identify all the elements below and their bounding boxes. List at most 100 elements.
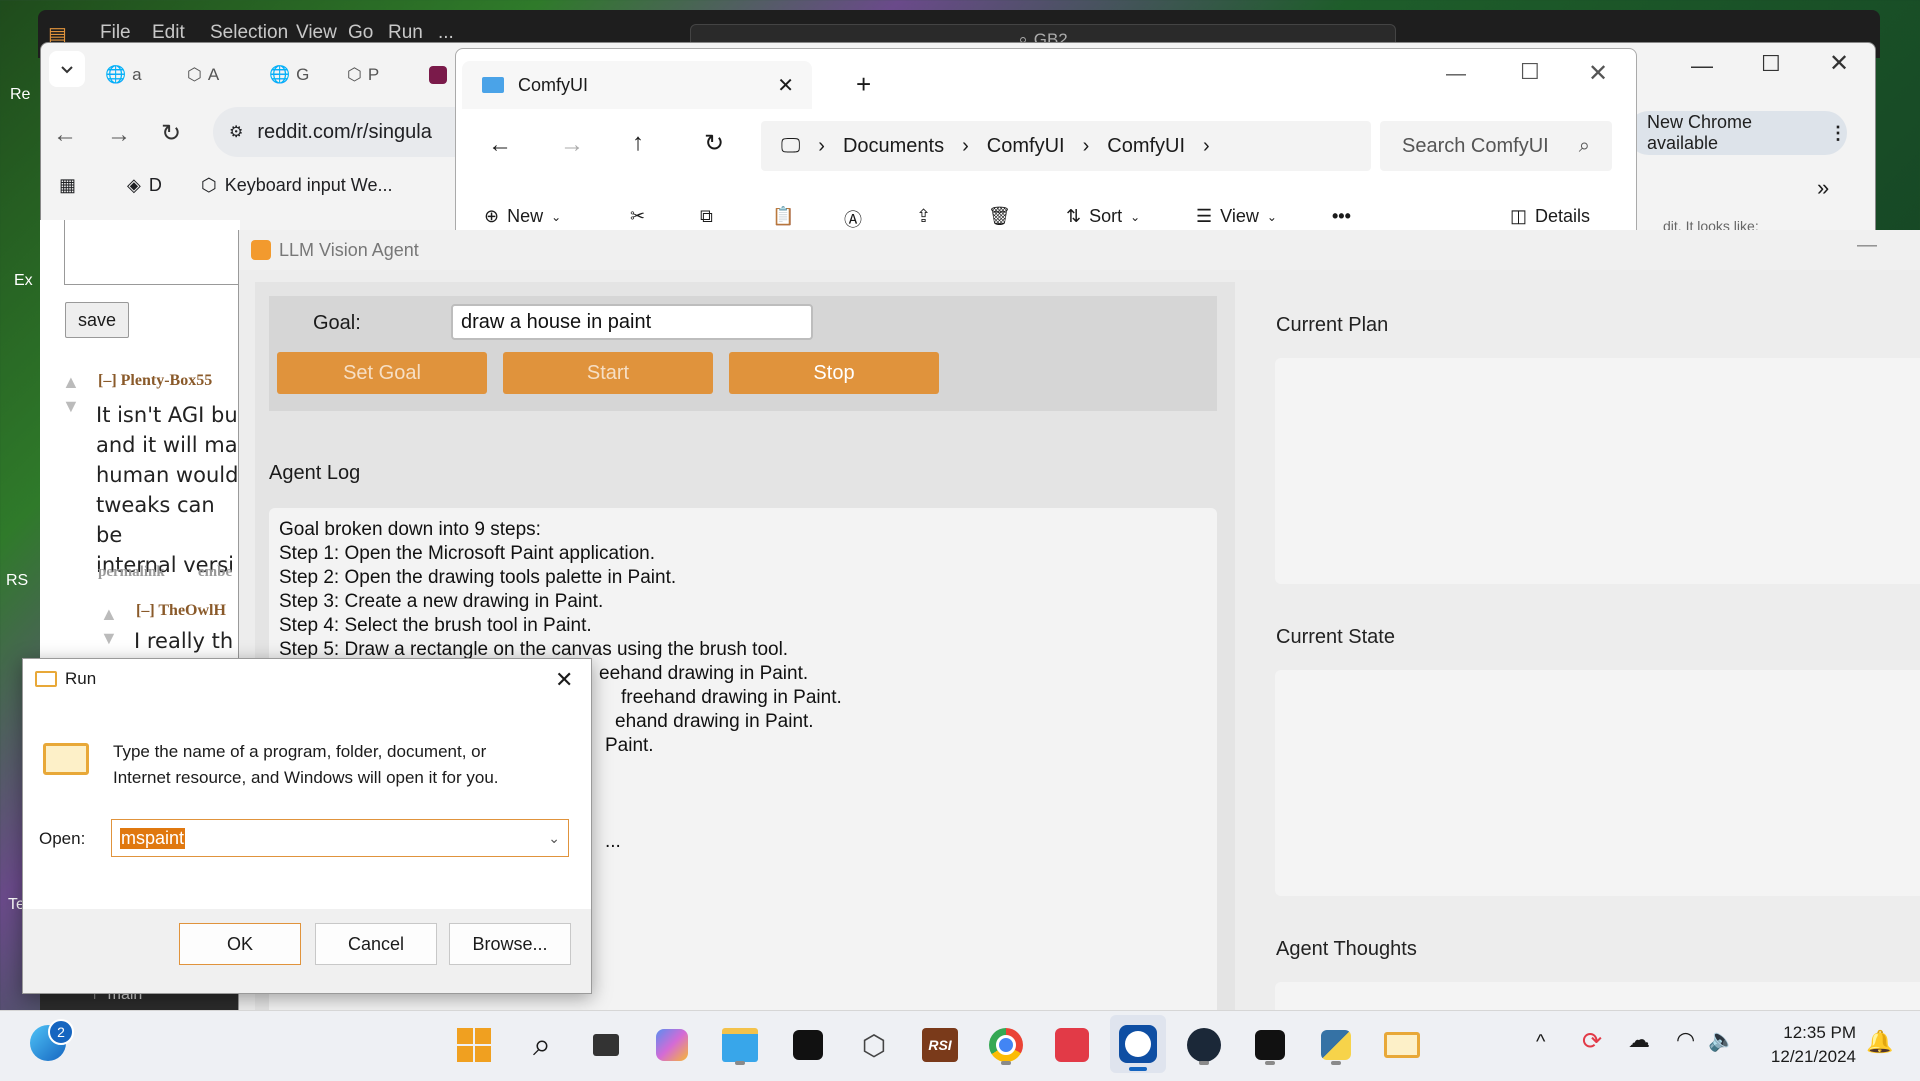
cloud-icon[interactable]: ☁ <box>1628 1027 1650 1053</box>
stop-button[interactable]: Stop <box>729 352 939 394</box>
more-options-icon[interactable]: ••• <box>1332 206 1351 227</box>
notification-bell-icon[interactable]: 🔔 <box>1866 1029 1893 1055</box>
apps-grid-icon[interactable]: ▦ <box>59 175 76 196</box>
steam-icon[interactable] <box>1182 1023 1226 1067</box>
file-explorer-icon[interactable] <box>718 1023 762 1067</box>
explorer-search-input[interactable]: Search ComfyUI ⌕ <box>1380 121 1612 171</box>
app-icon[interactable] <box>786 1023 830 1067</box>
downvote-arrow-icon[interactable]: ▼ <box>100 628 118 649</box>
minimize-icon[interactable]: — <box>1446 63 1466 86</box>
upvote-arrow-icon[interactable]: ▲ <box>100 604 118 625</box>
date-label: 12/21/2024 <box>1770 1047 1856 1066</box>
forward-arrow-icon[interactable]: → <box>107 121 131 149</box>
view-button[interactable]: ☰ View ⌄ <box>1196 206 1277 227</box>
menu-run[interactable]: Run <box>388 22 423 44</box>
app-red-icon[interactable] <box>1050 1023 1094 1067</box>
clock[interactable]: 12:35 PM 12/21/2024 <box>1752 1021 1856 1069</box>
chevron-up-icon[interactable]: ^ <box>1536 1031 1545 1054</box>
new-chrome-available-button[interactable]: New Chrome available ⋮ <box>1627 111 1847 155</box>
refresh-icon[interactable]: ↻ <box>704 129 724 158</box>
explorer-tab[interactable]: ComfyUI ✕ <box>462 61 812 109</box>
bookmark-2[interactable]: ⬡ Keyboard input We... <box>201 175 392 196</box>
browse-button[interactable]: Browse... <box>449 923 571 965</box>
comment-author[interactable]: [–] TheOwlH <box>136 602 226 620</box>
wifi-icon[interactable]: ◠ <box>1676 1027 1695 1053</box>
menu-more[interactable]: ... <box>438 22 454 44</box>
maximize-icon[interactable]: ☐ <box>1761 51 1781 77</box>
set-goal-button[interactable]: Set Goal <box>277 352 487 394</box>
paste-icon[interactable]: 📋 <box>772 206 794 227</box>
permalink-link[interactable]: permalink <box>98 564 165 581</box>
start-icon[interactable] <box>452 1023 496 1067</box>
close-icon[interactable]: ✕ <box>1829 49 1849 78</box>
bookmark-1[interactable]: ◈ D <box>127 175 162 196</box>
tab-search-button[interactable] <box>49 51 85 87</box>
tab-4[interactable]: ⬡ P <box>347 57 379 93</box>
up-arrow-icon[interactable]: ↑ <box>632 129 644 157</box>
new-tab-icon[interactable]: + <box>856 69 871 100</box>
comment-author[interactable]: [–] Plenty-Box55 <box>98 372 212 390</box>
cut-icon[interactable]: ✂ <box>630 206 645 227</box>
tab-5[interactable] <box>429 57 447 93</box>
bookmarks-overflow-icon[interactable]: » <box>1817 175 1829 201</box>
app-dark-icon[interactable] <box>1248 1023 1292 1067</box>
ok-button[interactable]: OK <box>179 923 301 965</box>
upvote-arrow-icon[interactable]: ▲ <box>62 372 80 393</box>
chevron-down-icon[interactable]: ⌄ <box>548 830 560 847</box>
open-combobox[interactable]: mspaint ⌄ <box>111 819 569 857</box>
folder-icon <box>482 77 504 93</box>
explorer-address-bar[interactable]: 🖵 › Documents › ComfyUI › ComfyUI › <box>761 121 1371 171</box>
notification-badge: 2 <box>48 1019 74 1045</box>
rename-icon[interactable]: Ⓐ <box>844 206 862 232</box>
sort-button[interactable]: ⇅ Sort ⌄ <box>1066 206 1140 227</box>
forward-arrow-icon[interactable]: → <box>560 131 584 159</box>
chrome-icon[interactable] <box>984 1023 1028 1067</box>
breadcrumb-comfyui-sub[interactable]: ComfyUI <box>1107 135 1185 158</box>
close-icon[interactable]: ✕ <box>555 667 573 693</box>
plus-circle-icon: ⊕ <box>484 206 500 226</box>
tab-3[interactable]: 🌐 G <box>269 57 309 93</box>
reload-icon[interactable]: ↻ <box>161 119 181 148</box>
search-icon[interactable]: ⌕ <box>520 1023 564 1067</box>
tab-1[interactable]: 🌐 a <box>105 57 142 93</box>
back-arrow-icon[interactable]: ← <box>488 131 512 159</box>
minimize-icon[interactable]: — <box>1857 234 1877 257</box>
unity-icon[interactable]: ⬡ <box>852 1023 896 1067</box>
tab-2[interactable]: ⬡ A <box>187 57 219 93</box>
close-tab-icon[interactable]: ✕ <box>777 73 794 98</box>
menu-edit[interactable]: Edit <box>152 22 185 44</box>
menu-selection[interactable]: Selection <box>210 22 288 44</box>
sync-icon[interactable]: ⟳ <box>1582 1027 1602 1056</box>
teamviewer-icon[interactable] <box>1110 1015 1166 1073</box>
close-icon[interactable]: ✕ <box>1588 59 1608 88</box>
minimize-icon[interactable]: — <box>1691 53 1713 79</box>
copilot-icon[interactable] <box>650 1023 694 1067</box>
cancel-button[interactable]: Cancel <box>315 923 437 965</box>
comment-textarea[interactable] <box>64 220 240 285</box>
menu-go[interactable]: Go <box>348 22 373 44</box>
maximize-icon[interactable]: ☐ <box>1520 59 1540 85</box>
save-button[interactable]: save <box>65 302 129 338</box>
current-plan-heading: Current Plan <box>1276 314 1389 336</box>
tab-label: G <box>296 65 310 84</box>
details-button[interactable]: ◫ Details <box>1510 206 1590 227</box>
run-icon[interactable] <box>1380 1023 1424 1067</box>
menu-view[interactable]: View <box>296 22 337 44</box>
menu-file[interactable]: File <box>100 22 131 44</box>
downvote-arrow-icon[interactable]: ▼ <box>62 396 80 417</box>
volume-icon[interactable]: 🔈 <box>1708 1027 1735 1053</box>
back-arrow-icon[interactable]: ← <box>53 121 77 149</box>
goal-input[interactable]: draw a house in paint <box>451 304 813 340</box>
copy-icon[interactable]: ⧉ <box>700 206 713 227</box>
start-button[interactable]: Start <box>503 352 713 394</box>
embed-link[interactable]: embe <box>198 564 232 581</box>
python-icon[interactable] <box>1314 1023 1358 1067</box>
task-view-icon[interactable] <box>584 1023 628 1067</box>
rsi-icon[interactable]: RSI <box>918 1023 962 1067</box>
share-icon[interactable]: ⇪ <box>916 206 931 227</box>
delete-icon[interactable]: 🗑 <box>988 206 1011 227</box>
breadcrumb-documents[interactable]: Documents <box>843 135 944 158</box>
breadcrumb-comfyui[interactable]: ComfyUI <box>987 135 1065 158</box>
new-button[interactable]: ⊕ New ⌄ <box>484 206 561 227</box>
goal-section: Goal: draw a house in paint Set Goal Sta… <box>269 296 1217 411</box>
